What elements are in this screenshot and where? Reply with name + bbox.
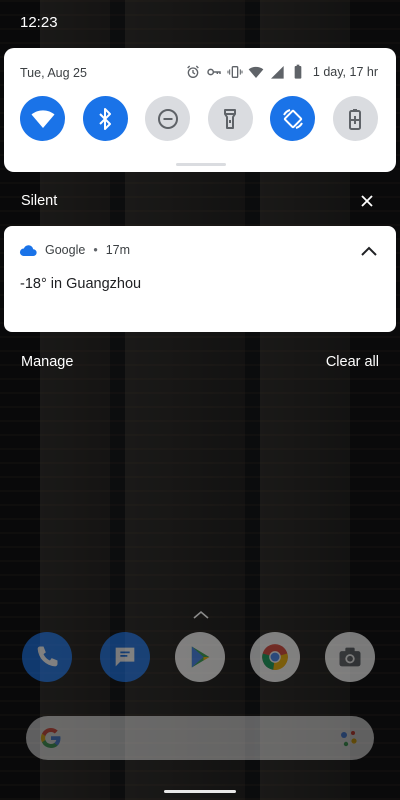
system-status-icons: 1 day, 17 hr	[185, 64, 378, 80]
chrome-icon[interactable]	[250, 632, 300, 682]
notification-actions: Manage Clear all	[0, 352, 400, 376]
battery-icon	[290, 64, 306, 80]
cell-signal-icon	[269, 64, 285, 80]
silent-section-header: Silent	[0, 186, 400, 216]
clear-all-button[interactable]: Clear all	[326, 354, 379, 370]
quick-settings-drag-handle[interactable]	[176, 163, 226, 166]
swipe-up-chevron-icon	[193, 610, 209, 619]
notification-time: 17m	[105, 243, 131, 257]
wifi-tile[interactable]	[20, 96, 65, 141]
assistant-icon[interactable]	[338, 728, 360, 750]
bluetooth-tile[interactable]	[82, 96, 128, 141]
notification-app-name: Google	[45, 243, 86, 257]
notification-separator: •	[93, 243, 98, 257]
close-icon[interactable]	[360, 194, 374, 208]
battery-saver-icon	[349, 108, 361, 130]
home-gesture-bar[interactable]	[164, 790, 236, 793]
wifi-signal-icon	[248, 64, 264, 80]
dnd-icon	[157, 108, 178, 129]
wifi-icon	[31, 109, 54, 128]
messages-icon[interactable]	[100, 632, 150, 682]
dnd-tile[interactable]	[145, 96, 190, 141]
flashlight-icon	[224, 108, 236, 129]
quick-settings-panel: Tue, Aug 25 1 day, 17 hr	[4, 48, 396, 172]
play-store-icon[interactable]	[175, 632, 225, 682]
chevron-up-icon[interactable]	[360, 244, 378, 258]
status-bar: 12:23	[0, 0, 400, 48]
clock: 12:23	[20, 14, 58, 31]
key-icon	[206, 64, 222, 80]
auto-rotate-tile[interactable]	[270, 96, 315, 141]
google-g-icon	[40, 727, 61, 749]
alarm-icon	[185, 64, 201, 80]
manage-button[interactable]: Manage	[21, 354, 73, 370]
vibrate-icon	[227, 64, 243, 80]
google-search-bar[interactable]	[26, 716, 374, 760]
phone-icon[interactable]	[22, 632, 72, 682]
flashlight-tile[interactable]	[207, 96, 253, 141]
battery-remaining: 1 day, 17 hr	[312, 65, 378, 79]
notification-card[interactable]: Google • 17m -18° in Guangzhou	[4, 226, 396, 332]
notification-header: Google • 17m	[19, 243, 130, 257]
cloud-icon	[19, 245, 37, 256]
home-dock	[0, 632, 400, 686]
quick-settings-tiles	[20, 96, 378, 141]
notification-text: -18° in Guangzhou	[20, 276, 142, 292]
battery-saver-tile[interactable]	[332, 96, 378, 141]
date-label[interactable]: Tue, Aug 25	[20, 66, 87, 80]
rotate-icon	[282, 108, 303, 129]
section-title: Silent	[21, 193, 58, 209]
bluetooth-icon	[99, 107, 111, 130]
camera-icon[interactable]	[325, 632, 375, 682]
